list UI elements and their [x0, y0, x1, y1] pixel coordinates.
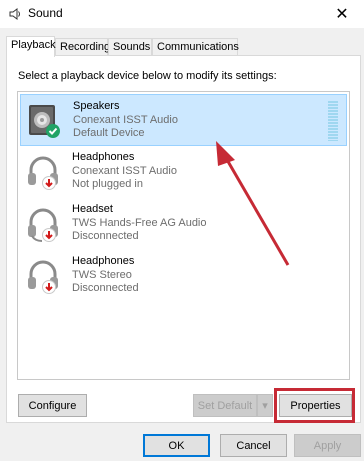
- device-text: Headset TWS Hands-Free AG Audio Disconne…: [72, 203, 207, 244]
- device-text: Headphones Conexant ISST Audio Not plugg…: [72, 151, 177, 192]
- headphones-icon: [28, 156, 58, 190]
- volume-level-meter: [328, 101, 338, 141]
- headset-icon: [28, 208, 58, 242]
- device-list[interactable]: Speakers Conexant ISST Audio Default Dev…: [17, 91, 350, 380]
- window-title: Sound: [28, 6, 63, 20]
- device-driver: Conexant ISST Audio: [72, 164, 177, 177]
- device-item-headphones-tws[interactable]: Headphones TWS Stereo Disconnected: [20, 250, 347, 302]
- device-name: Headset: [72, 203, 113, 215]
- red-down-arrow-badge: [42, 176, 56, 190]
- apply-button[interactable]: Apply: [294, 434, 361, 457]
- instruction-text: Select a playback device below to modify…: [18, 70, 277, 82]
- device-text: Headphones TWS Stereo Disconnected: [72, 255, 139, 296]
- tab-label: Communications: [157, 41, 239, 53]
- device-driver: Conexant ISST Audio: [73, 113, 178, 126]
- chevron-down-icon: ▾: [262, 400, 268, 412]
- tab-label: Recording: [60, 41, 111, 53]
- headphones-icon: [28, 260, 58, 294]
- playback-panel: Select a playback device below to modify…: [6, 55, 361, 423]
- device-driver: TWS Hands-Free AG Audio: [72, 216, 207, 229]
- green-check-badge: [46, 124, 60, 138]
- device-name: Headphones: [72, 151, 135, 163]
- configure-button[interactable]: Configure: [18, 394, 87, 417]
- set-default-dropdown-button[interactable]: ▾: [257, 394, 273, 417]
- device-item-headphones[interactable]: Headphones Conexant ISST Audio Not plugg…: [20, 146, 347, 198]
- device-name: Headphones: [72, 255, 135, 267]
- title-bar: Sound ✕: [0, 0, 364, 28]
- tab-recording[interactable]: Recording: [55, 38, 111, 56]
- close-button[interactable]: ✕: [320, 0, 364, 28]
- tab-sounds[interactable]: Sounds: [108, 38, 152, 56]
- red-down-arrow-badge: [42, 280, 56, 294]
- device-driver: TWS Stereo: [72, 268, 132, 281]
- tab-label: Sounds: [113, 41, 151, 53]
- tab-label: Playback: [11, 39, 56, 51]
- red-down-arrow-badge: [42, 228, 56, 242]
- device-status: Default Device: [73, 127, 145, 139]
- tab-playback[interactable]: Playback: [6, 36, 56, 57]
- properties-button[interactable]: Properties: [279, 394, 352, 417]
- ok-button[interactable]: OK: [143, 434, 210, 457]
- device-text: Speakers Conexant ISST Audio Default Dev…: [73, 100, 178, 141]
- device-status: Not plugged in: [72, 178, 143, 190]
- device-item-headset[interactable]: Headset TWS Hands-Free AG Audio Disconne…: [20, 198, 347, 250]
- tab-communications[interactable]: Communications: [152, 38, 239, 56]
- set-default-button[interactable]: Set Default: [193, 394, 257, 417]
- speaker-icon: [29, 105, 60, 138]
- speaker-app-icon: [9, 8, 20, 20]
- close-icon: ✕: [335, 6, 349, 23]
- device-name: Speakers: [73, 100, 120, 112]
- device-item-speakers[interactable]: Speakers Conexant ISST Audio Default Dev…: [20, 94, 347, 146]
- device-status: Disconnected: [72, 230, 139, 242]
- cancel-button[interactable]: Cancel: [220, 434, 287, 457]
- device-status: Disconnected: [72, 282, 139, 294]
